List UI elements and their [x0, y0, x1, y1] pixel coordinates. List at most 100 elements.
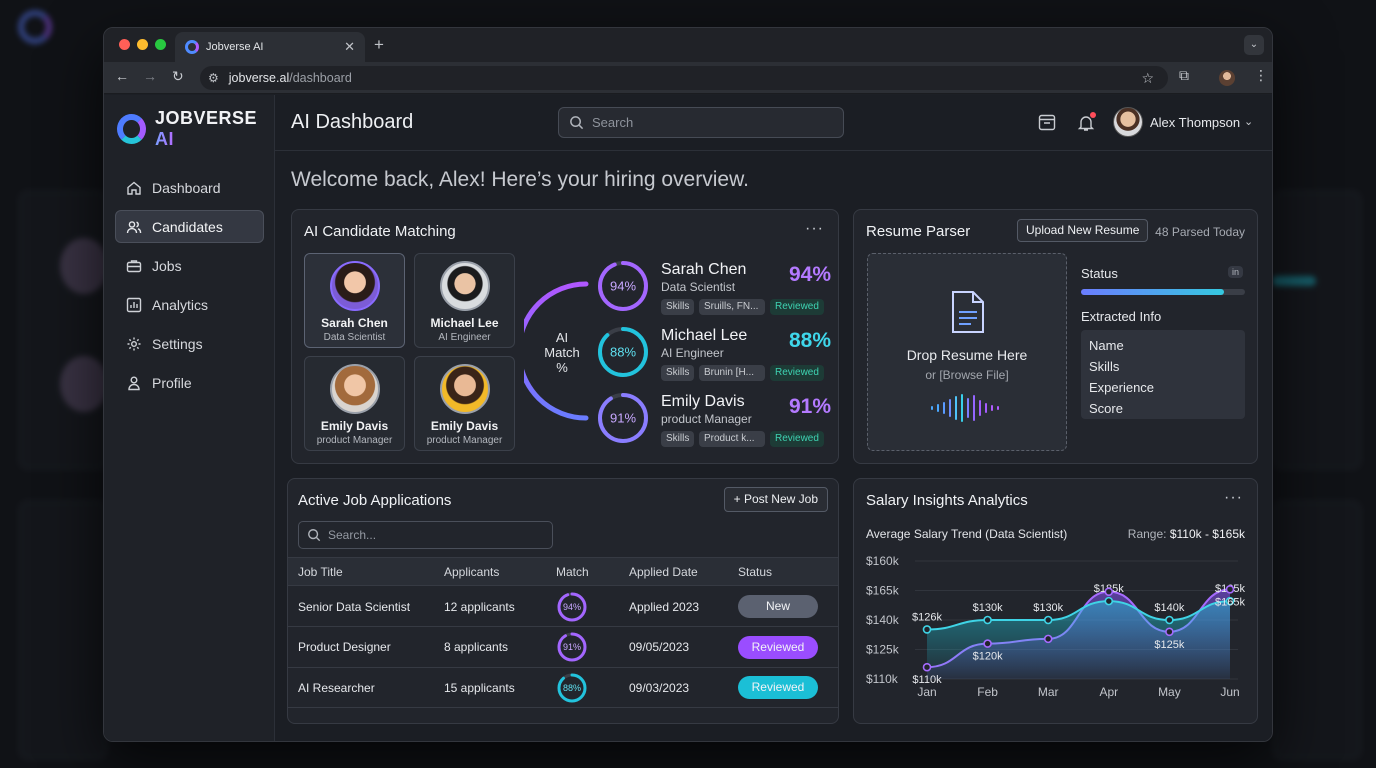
sidebar-item-jobs[interactable]: Jobs	[115, 249, 264, 282]
column-header[interactable]: Status	[738, 558, 772, 585]
bg-card	[18, 500, 108, 760]
drop-title: Drop Resume Here	[906, 347, 1028, 363]
site-settings-icon[interactable]: ⚙	[208, 71, 219, 85]
chevron-down-icon[interactable]: ⌄	[1244, 35, 1264, 55]
match-percent: 88%	[788, 329, 831, 352]
back-icon[interactable]: ←	[115, 68, 129, 84]
table-row[interactable]: AI Researcher 15 applicants 88% 09/03/20…	[288, 668, 838, 708]
extracted-field: Experience	[1089, 380, 1155, 395]
bookmark-star-icon[interactable]: ☆	[1141, 70, 1154, 87]
resume-parser-card: Resume Parser Upload New Resume 48 Parse…	[853, 209, 1258, 464]
data-point	[1165, 627, 1174, 637]
upload-resume-button[interactable]: Upload New Resume	[1017, 219, 1149, 242]
user-name[interactable]: Alex Thompson	[1150, 115, 1240, 130]
job-title[interactable]: AI Researcher	[298, 668, 375, 707]
search-input[interactable]: Search	[558, 107, 844, 138]
table-header: Job Title Applicants Match Applied Date …	[288, 557, 838, 586]
avatar	[329, 364, 380, 414]
more-options-icon[interactable]: ···	[805, 220, 824, 238]
tab-bar: Jobverse AI ✕ + ⌄	[104, 28, 1272, 62]
post-new-job-button[interactable]: + Post New Job	[723, 487, 828, 512]
status-badge: Reviewed	[770, 365, 824, 381]
salary-insights-card: Salary Insights Analytics ··· Average Sa…	[853, 478, 1258, 724]
match-cell: 88%	[556, 668, 588, 707]
chevron-down-icon[interactable]: ⌄	[1244, 115, 1253, 128]
ring-label: 88%	[563, 683, 581, 693]
tab-close-icon[interactable]: ✕	[344, 39, 355, 55]
sidebar-item-settings[interactable]: Settings	[115, 327, 264, 360]
job-search-input[interactable]: Search...	[298, 521, 553, 549]
table-row[interactable]: Senior Data Scientist 12 applicants 94% …	[288, 587, 838, 627]
gear-icon	[127, 337, 141, 350]
range-label: Range:	[1127, 527, 1167, 541]
match-ring: 94%	[557, 592, 587, 621]
job-title[interactable]: Senior Data Scientist	[298, 587, 410, 626]
resume-dropzone[interactable]: Drop Resume Here or [Browse File]	[867, 253, 1067, 451]
status-label: Status	[1081, 266, 1118, 281]
table-row[interactable]: Product Designer 8 applicants 91% 09/05/…	[288, 628, 838, 668]
status-badge[interactable]: Reviewed	[738, 635, 818, 659]
minimize-window-button[interactable]	[137, 39, 148, 50]
logo[interactable]: JOBVERSE AI	[117, 108, 274, 150]
sidebar-item-label: Analytics	[152, 296, 209, 313]
sidebar-item-candidates[interactable]: Candidates	[115, 210, 264, 243]
sidebar-item-analytics[interactable]: Analytics	[115, 288, 264, 321]
status-badge[interactable]: New	[738, 595, 818, 618]
candidate-card-sarah[interactable]: Sarah Chen Data Scientist	[304, 253, 405, 348]
candidate-card-emily-2[interactable]: Emily Davis product Manager	[414, 356, 515, 451]
bg-avatar	[60, 238, 108, 294]
search-icon	[570, 116, 584, 130]
browse-file-link[interactable]: or [Browse File]	[868, 368, 1066, 382]
match-row[interactable]: 88% Michael Lee AI Engineer 88% Skills B…	[596, 325, 831, 381]
match-ring: 91%	[598, 393, 648, 443]
column-header[interactable]: Match	[556, 558, 589, 585]
extensions-icon[interactable]: ⧉	[1179, 67, 1189, 84]
column-header[interactable]: Applied Date	[629, 558, 698, 585]
bg-bar	[1272, 276, 1316, 286]
zoom-window-button[interactable]	[155, 39, 166, 50]
sidebar-nav: Dashboard Candidates Jobs Analytics Sett…	[115, 171, 264, 405]
data-label: $140k	[1154, 602, 1184, 614]
x-tick-label: Jan	[917, 685, 936, 699]
close-window-button[interactable]	[119, 39, 130, 50]
address-bar: ← → ↻ ⚙ jobverse.al/dashboard ☆ ⧉ ⋮	[104, 62, 1272, 94]
match-ring: 94%	[598, 261, 648, 311]
forward-icon[interactable]: →	[143, 68, 157, 84]
sidebar-item-dashboard[interactable]: Dashboard	[115, 171, 264, 204]
skills-chip: Skills	[661, 299, 695, 315]
match-row[interactable]: 91% Emily Davis product Manager 91% Skil…	[596, 391, 831, 447]
browser-menu-icon[interactable]: ⋮	[1254, 67, 1268, 84]
new-tab-icon[interactable]: +	[374, 35, 384, 55]
browser-tab[interactable]: Jobverse AI ✕	[175, 32, 365, 62]
sidebar-item-profile[interactable]: Profile	[115, 366, 264, 399]
status-badge[interactable]: Reviewed	[738, 676, 818, 699]
candidate-role: AI Engineer	[438, 332, 491, 343]
reload-icon[interactable]: ↻	[172, 68, 184, 85]
logo-text: JOBVERSE AI	[155, 108, 274, 150]
candidate-card-emily[interactable]: Emily Davis product Manager	[304, 356, 405, 451]
column-header[interactable]: Job Title	[298, 558, 343, 585]
data-point	[1225, 585, 1235, 594]
candidate-card-michael[interactable]: Michael Lee AI Engineer	[414, 253, 515, 348]
job-title[interactable]: Product Designer	[298, 628, 391, 667]
avatar[interactable]	[1113, 107, 1143, 137]
more-options-icon[interactable]: ···	[1224, 489, 1243, 507]
url-field[interactable]: ⚙ jobverse.al/dashboard ☆	[200, 66, 1168, 90]
window-controls	[119, 39, 166, 50]
card-title: Resume Parser	[866, 223, 971, 240]
match-row[interactable]: 94% Sarah Chen Data Scientist 94% Skills…	[596, 259, 831, 315]
chart-icon	[126, 297, 142, 312]
ai-candidate-matching-card: AI Candidate Matching ··· Sarah Chen Dat…	[291, 209, 839, 464]
user-icon	[128, 376, 140, 390]
browser-profile-avatar[interactable]	[1219, 70, 1235, 86]
match-name: Sarah Chen	[661, 261, 747, 278]
skills-chip: Skills	[661, 431, 695, 447]
sidebar-item-label: Profile	[152, 374, 192, 391]
column-header[interactable]: Applicants	[444, 558, 499, 585]
data-label: $120k	[973, 651, 1003, 663]
inbox-icon[interactable]	[1038, 114, 1056, 131]
applicant-count: 12 applicants	[444, 599, 515, 614]
parsed-today-count: 48 Parsed Today	[1155, 225, 1245, 239]
sidebar-item-label: Candidates	[152, 218, 223, 235]
extracted-info-label: Extracted Info	[1081, 309, 1162, 324]
